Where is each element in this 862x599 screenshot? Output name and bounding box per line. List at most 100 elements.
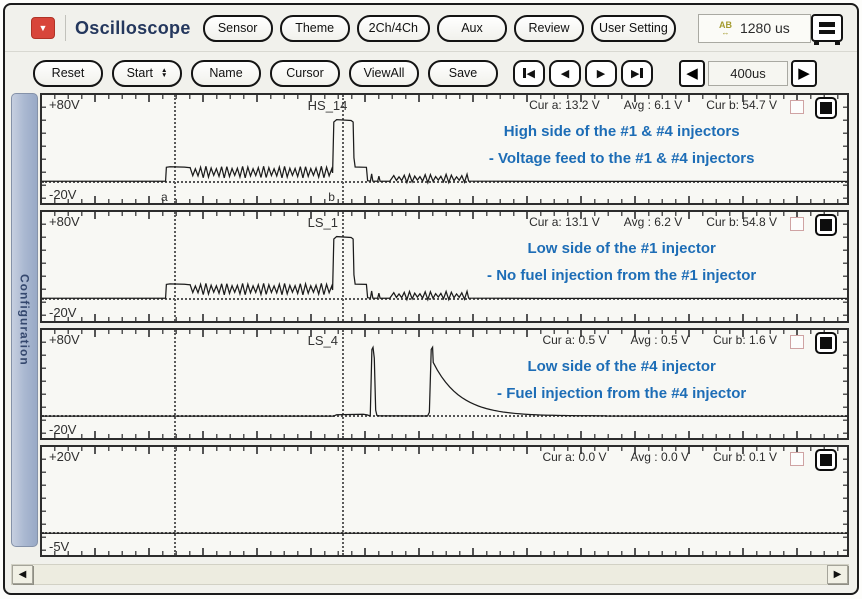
cursor-b-value: Cur b: 54.7 V	[706, 98, 777, 112]
cursor-a-value: Cur a: 13.1 V	[529, 215, 600, 229]
review-button[interactable]: Review	[514, 15, 584, 42]
cursor-ab-time-display: AB ↔ 1280 us	[698, 14, 811, 43]
channel-checkbox[interactable]	[790, 452, 804, 466]
channel-panel-2: +80V -20V LS_1 Cur a: 13.1 V Avg : 6.2 V…	[40, 210, 849, 322]
channel-display-button[interactable]	[815, 97, 837, 119]
average-value: Avg : 6.1 V	[624, 98, 682, 112]
title-divider	[65, 15, 66, 41]
title-bar: ▼ Oscilloscope Sensor Theme 2Ch/4Ch Aux …	[5, 5, 857, 52]
timebase-increase-button[interactable]: ▶	[791, 60, 817, 87]
cursor-b-value: Cur b: 54.8 V	[706, 215, 777, 229]
right-arrow-icon: ▶	[597, 67, 605, 80]
channel-panels: +80V -20V HS_14 Cur a: 13.2 V Avg : 6.1 …	[40, 93, 849, 557]
chevron-down-icon: ▼	[39, 23, 48, 33]
channel-panel-1: +80V -20V HS_14 Cur a: 13.2 V Avg : 6.1 …	[40, 93, 849, 205]
save-button[interactable]: Save	[428, 60, 498, 87]
user-setting-button[interactable]: User Setting	[591, 15, 676, 42]
timebase-group: ◀ 400us ▶	[679, 60, 817, 87]
channel-display-button[interactable]	[815, 332, 837, 354]
measurement-readout: Cur a: 13.1 V Avg : 6.2 V Cur b: 54.8 V	[529, 215, 777, 229]
viewall-button[interactable]: ViewAll	[349, 60, 419, 87]
screen-layout-button[interactable]	[811, 14, 843, 42]
toolbar: Reset Start ▲▼ Name Cursor ViewAll Save …	[5, 55, 857, 91]
cursor-b-label: b	[328, 190, 335, 204]
annotation: High side of the #1 & #4 injectors - Vol…	[412, 118, 831, 172]
measurement-readout: Cur a: 13.2 V Avg : 6.1 V Cur b: 54.7 V	[529, 98, 777, 112]
volt-min-label: -20V	[49, 422, 76, 437]
left-arrow-icon: ◀	[686, 64, 698, 82]
page-title: Oscilloscope	[75, 18, 191, 39]
configuration-tab-label: Configuration	[18, 274, 32, 366]
right-arrow-icon: ▶	[798, 64, 810, 82]
name-button[interactable]: Name	[191, 60, 261, 87]
volt-max-label: +80V	[49, 332, 80, 347]
left-arrow-icon: ◀	[527, 67, 535, 80]
reset-button[interactable]: Reset	[33, 60, 103, 87]
skip-bar-icon	[640, 68, 643, 78]
left-arrow-icon: ◀	[19, 569, 27, 580]
channel-mode-button[interactable]: 2Ch/4Ch	[357, 15, 430, 42]
cursor-b-value: Cur b: 0.1 V	[713, 450, 777, 464]
screen-bar-icon	[819, 30, 835, 35]
channel-panel-3: +80V -20V LS_4 Cur a: 0.5 V Avg : 0.5 V …	[40, 328, 849, 440]
annotation-line: - Voltage feed to the #1 & #4 injectors	[412, 145, 831, 172]
cursor-b-value: Cur b: 1.6 V	[713, 333, 777, 347]
go-first-button[interactable]: ◀	[513, 60, 545, 87]
configuration-tab[interactable]: Configuration	[11, 93, 38, 547]
start-button[interactable]: Start ▲▼	[112, 60, 182, 87]
annotation: Low side of the #1 injector - No fuel in…	[412, 235, 831, 289]
channel-checkbox[interactable]	[790, 217, 804, 231]
record-nav-group: ◀ ◀ ▶ ▶	[513, 60, 653, 87]
channel-display-button[interactable]	[815, 449, 837, 471]
volt-max-label: +20V	[49, 449, 80, 464]
channel-display-button[interactable]	[815, 214, 837, 236]
menu-button-row: Sensor Theme 2Ch/4Ch Aux Review User Set…	[203, 15, 676, 42]
volt-max-label: +80V	[49, 97, 80, 112]
cursor-a-value: Cur a: 13.2 V	[529, 98, 600, 112]
measurement-readout: Cur a: 0.5 V Avg : 0.5 V Cur b: 1.6 V	[542, 333, 777, 347]
channel-checkbox[interactable]	[790, 100, 804, 114]
scroll-left-button[interactable]: ◀	[12, 565, 33, 584]
volt-max-label: +80V	[49, 214, 80, 229]
average-value: Avg : 0.0 V	[630, 450, 688, 464]
annotation-line: Low side of the #4 injector	[412, 353, 831, 380]
horizontal-scrollbar[interactable]: ◀ ▶	[11, 564, 849, 585]
channel-name: LS_1	[308, 215, 338, 230]
annotation-line: High side of the #1 & #4 injectors	[412, 118, 831, 145]
volt-min-label: -20V	[49, 305, 76, 320]
go-next-button[interactable]: ▶	[585, 60, 617, 87]
timebase-decrease-button[interactable]: ◀	[679, 60, 705, 87]
aux-button[interactable]: Aux	[437, 15, 507, 42]
go-last-button[interactable]: ▶	[621, 60, 653, 87]
ab-cursor-icon: AB ↔	[719, 21, 732, 36]
volt-min-label: -20V	[49, 187, 76, 202]
spinner-icon[interactable]: ▲▼	[161, 68, 167, 79]
screen-bar-icon	[819, 22, 835, 27]
scroll-right-button[interactable]: ▶	[827, 565, 848, 584]
scope-area: Configuration +80V -20V HS_14 Cur a: 13.…	[11, 93, 849, 557]
red-dropdown-button[interactable]: ▼	[31, 17, 55, 39]
oscilloscope-window: ▼ Oscilloscope Sensor Theme 2Ch/4Ch Aux …	[3, 3, 859, 595]
sensor-button[interactable]: Sensor	[203, 15, 273, 42]
annotation: Low side of the #4 injector - Fuel injec…	[412, 353, 831, 407]
annotation-line: - No fuel injection from the #1 injector	[412, 262, 831, 289]
right-arrow-icon: ▶	[834, 569, 842, 580]
average-value: Avg : 0.5 V	[630, 333, 688, 347]
skip-bar-icon	[523, 68, 526, 78]
channel-name: HS_14	[308, 98, 348, 113]
average-value: Avg : 6.2 V	[624, 215, 682, 229]
filled-square-icon	[820, 454, 832, 466]
filled-square-icon	[820, 102, 832, 114]
cursor-a-value: Cur a: 0.5 V	[542, 333, 606, 347]
channel-name: LS_4	[308, 333, 338, 348]
go-previous-button[interactable]: ◀	[549, 60, 581, 87]
cursor-button[interactable]: Cursor	[270, 60, 340, 87]
right-arrow-icon: ▶	[631, 67, 639, 80]
channel-panel-4: +20V -5V Cur a: 0.0 V Avg : 0.0 V Cur b:…	[40, 445, 849, 557]
cursor-a-label: a	[161, 190, 168, 204]
volt-min-label: -5V	[49, 539, 69, 554]
theme-button[interactable]: Theme	[280, 15, 350, 42]
measurement-readout: Cur a: 0.0 V Avg : 0.0 V Cur b: 0.1 V	[542, 450, 777, 464]
cursor-a-value: Cur a: 0.0 V	[542, 450, 606, 464]
channel-checkbox[interactable]	[790, 335, 804, 349]
